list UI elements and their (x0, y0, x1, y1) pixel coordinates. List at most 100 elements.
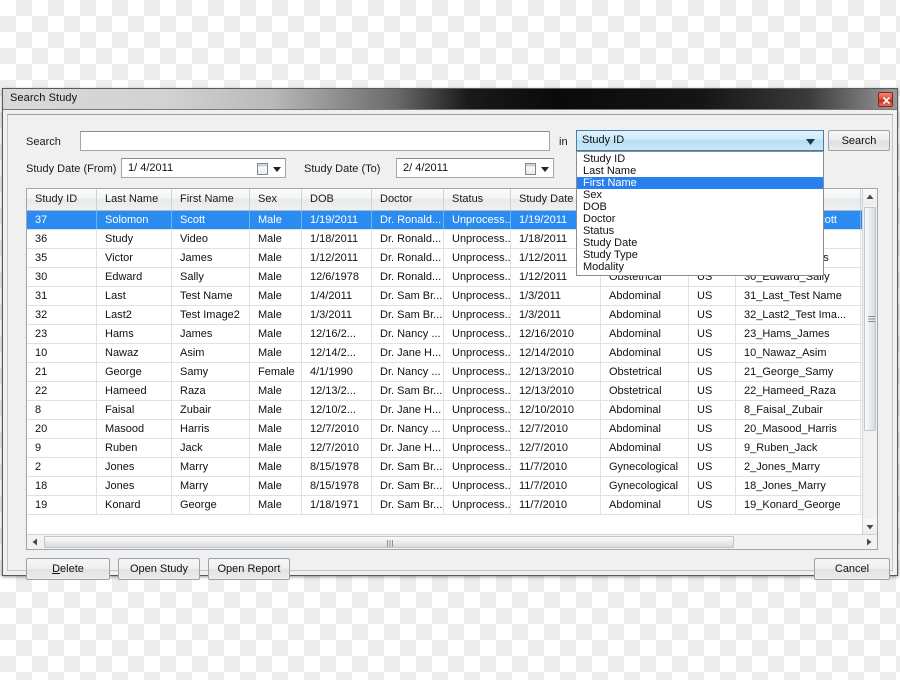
grid-column-header[interactable]: Last Name (97, 189, 172, 210)
table-cell: Zubair (172, 401, 250, 419)
table-row[interactable]: 21 George Samy Female 4/1/1990 Dr. Nancy ... U… (27, 363, 865, 382)
study-date-from-value: 1/ 4/2011 (128, 162, 174, 174)
table-cell: Female (250, 363, 302, 381)
table-cell: Unprocess... (444, 401, 511, 419)
table-cell: Dr. Nancy ... (372, 325, 444, 343)
dropdown-option[interactable]: Study ID (577, 153, 823, 165)
table-cell: 1/18/2011 (302, 230, 372, 248)
table-cell: 37 (27, 211, 97, 229)
search-field-combobox[interactable]: Study ID (576, 130, 824, 151)
table-cell: Samy (172, 363, 250, 381)
window-title: Search Study (10, 92, 78, 104)
cancel-button[interactable]: Cancel (814, 558, 890, 580)
table-cell: US (689, 363, 736, 381)
scroll-up-icon[interactable] (863, 189, 877, 205)
study-date-to-field[interactable]: 2/ 4/2011 (396, 158, 554, 178)
close-icon[interactable] (878, 92, 893, 107)
table-cell: Male (250, 382, 302, 400)
table-row[interactable]: 8 Faisal Zubair Male 12/10/2... Dr. Jane H...… (27, 401, 865, 420)
horizontal-scroll-thumb[interactable] (44, 536, 734, 548)
table-cell: Harris (172, 420, 250, 438)
open-study-button[interactable]: Open Study (118, 558, 200, 580)
table-cell: Marry (172, 477, 250, 495)
table-cell: 1/3/2011 (511, 306, 601, 324)
open-report-button[interactable]: Open Report (208, 558, 290, 580)
table-row[interactable]: 31 Last Test Name Male 1/4/2011 Dr. Sam Br...… (27, 287, 865, 306)
table-cell: 19_Konard_George (736, 496, 861, 514)
grid-column-header[interactable]: Sex (250, 189, 302, 210)
table-row[interactable]: 18 Jones Marry Male 8/15/1978 Dr. Sam Br... Un… (27, 477, 865, 496)
grid-column-header[interactable]: DOB (302, 189, 372, 210)
chevron-down-icon[interactable] (273, 167, 281, 172)
table-cell: Unprocess... (444, 382, 511, 400)
table-row[interactable]: 23 Hams James Male 12/16/2... Dr. Nancy ... Un… (27, 325, 865, 344)
study-date-from-label: Study Date (From) (26, 163, 117, 175)
chevron-down-icon[interactable] (541, 167, 549, 172)
search-button[interactable]: Search (828, 130, 890, 151)
table-cell: Abdominal (601, 420, 689, 438)
grid-column-header[interactable]: Doctor (372, 189, 444, 210)
delete-button[interactable]: Delete (26, 558, 110, 580)
table-cell: Dr. Jane H... (372, 439, 444, 457)
table-cell: US (689, 496, 736, 514)
table-cell: Obstetrical (601, 382, 689, 400)
table-cell: Abdominal (601, 325, 689, 343)
table-cell: 12/7/2010 (302, 439, 372, 457)
vertical-scroll-thumb[interactable] (864, 207, 876, 431)
table-row[interactable]: 2 Jones Marry Male 8/15/1978 Dr. Sam Br... Unp… (27, 458, 865, 477)
calendar-icon (525, 163, 536, 175)
grid-column-header-label: Doctor (380, 193, 413, 205)
vertical-scrollbar[interactable] (862, 189, 877, 535)
table-cell: Ruben (97, 439, 172, 457)
scroll-down-icon[interactable] (863, 519, 877, 535)
horizontal-scrollbar[interactable] (27, 534, 877, 549)
scroll-right-icon[interactable] (861, 535, 877, 549)
table-cell: Hameed (97, 382, 172, 400)
dropdown-option[interactable]: Sex (577, 189, 823, 201)
table-cell: US (689, 439, 736, 457)
table-cell: 12/16/2... (302, 325, 372, 343)
window-titlebar[interactable]: Search Study (3, 89, 897, 110)
dropdown-option[interactable]: First Name (577, 177, 823, 189)
scroll-left-icon[interactable] (27, 535, 43, 549)
table-cell: 11/7/2010 (511, 477, 601, 495)
search-field-combobox-value: Study ID (582, 134, 625, 146)
dropdown-option[interactable]: DOB (577, 201, 823, 213)
grid-column-header[interactable]: Status (444, 189, 511, 210)
table-row[interactable]: 19 Konard George Male 1/18/1971 Dr. Sam Br...… (27, 496, 865, 515)
table-cell: 12/7/2010 (511, 420, 601, 438)
table-row[interactable]: 10 Nawaz Asim Male 12/14/2... Dr. Jane H... Un… (27, 344, 865, 363)
search-field-dropdown-list[interactable]: Study ID Last Name First Name Sex DOB Doctor S… (576, 151, 824, 276)
dropdown-option[interactable]: Doctor (577, 213, 823, 225)
table-cell: Abdominal (601, 344, 689, 362)
scroll-grip-icon (387, 540, 393, 547)
chevron-down-icon (806, 139, 815, 145)
dropdown-option[interactable]: Study Type (577, 249, 823, 261)
table-cell: Video (172, 230, 250, 248)
table-cell: 8 (27, 401, 97, 419)
table-cell: Unprocess... (444, 458, 511, 476)
table-cell: Study (97, 230, 172, 248)
table-row[interactable]: 9 Ruben Jack Male 12/7/2010 Dr. Jane H... Unpr… (27, 439, 865, 458)
table-cell: US (689, 477, 736, 495)
table-cell: Male (250, 420, 302, 438)
table-row[interactable]: 22 Hameed Raza Male 12/13/2... Dr. Sam Br... U… (27, 382, 865, 401)
table-cell: 10 (27, 344, 97, 362)
table-cell: 12/13/2... (302, 382, 372, 400)
study-date-from-field[interactable]: 1/ 4/2011 (121, 158, 286, 178)
table-cell: Male (250, 287, 302, 305)
table-cell: US (689, 325, 736, 343)
dropdown-option[interactable]: Modality (577, 261, 823, 273)
table-cell: 20 (27, 420, 97, 438)
dropdown-option[interactable]: Last Name (577, 165, 823, 177)
table-cell: Last (97, 287, 172, 305)
table-row[interactable]: 20 Masood Harris Male 12/7/2010 Dr. Nancy ...… (27, 420, 865, 439)
search-input[interactable] (80, 131, 550, 151)
table-cell: 8_Faisal_Zubair (736, 401, 861, 419)
grid-column-header[interactable]: Study ID (27, 189, 97, 210)
grid-column-header[interactable]: First Name (172, 189, 250, 210)
dropdown-option[interactable]: Study Date (577, 237, 823, 249)
table-row[interactable]: 32 Last2 Test Image2 Male 1/3/2011 Dr. Sam Br… (27, 306, 865, 325)
dropdown-option[interactable]: Status (577, 225, 823, 237)
table-cell: Dr. Nancy ... (372, 420, 444, 438)
